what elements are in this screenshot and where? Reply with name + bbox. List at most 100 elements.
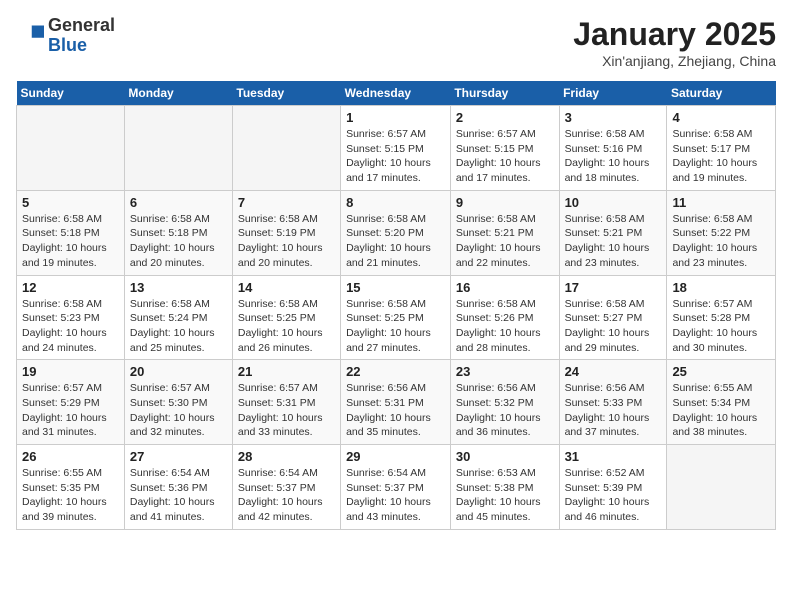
day-cell: 8 Sunrise: 6:58 AM Sunset: 5:20 PM Daylig…: [341, 190, 451, 275]
day-number: 11: [672, 195, 770, 210]
day-cell: 6Sunrise: 6:58 AM Sunset: 5:18 PM Daylig…: [124, 190, 232, 275]
day-number: 6: [130, 195, 227, 210]
calendar-header: General Blue January 2025 Xin'anjiang, Z…: [16, 16, 776, 69]
day-number: 5: [22, 195, 119, 210]
day-info: Sunrise: 6:54 AM Sunset: 5:37 PM Dayligh…: [238, 466, 335, 525]
day-info: Sunrise: 6:58 AM Sunset: 5:21 PM Dayligh…: [565, 212, 662, 271]
day-info: Sunrise: 6:55 AM Sunset: 5:35 PM Dayligh…: [22, 466, 119, 525]
day-cell: 30Sunrise: 6:53 AM Sunset: 5:38 PM Dayli…: [450, 445, 559, 530]
day-number: 4: [672, 110, 770, 125]
day-info: Sunrise: 6:58 AM Sunset: 5:19 PM Dayligh…: [238, 212, 335, 271]
day-number: 16: [456, 280, 554, 295]
day-cell: 24 Sunrise: 6:56 AM Sunset: 5:33 PM Dayli…: [559, 360, 667, 445]
day-number: 10: [565, 195, 662, 210]
day-cell: [124, 106, 232, 191]
day-info: Sunrise: 6:58 AM Sunset: 5:16 PM Dayligh…: [565, 127, 662, 186]
day-cell: 7Sunrise: 6:58 AM Sunset: 5:19 PM Daylig…: [232, 190, 340, 275]
day-number: 2: [456, 110, 554, 125]
weekday-tuesday: Tuesday: [232, 81, 340, 106]
logo: General Blue: [16, 16, 115, 56]
day-info: Sunrise: 6:58 AM Sunset: 5:22 PM Dayligh…: [672, 212, 770, 271]
day-number: 8: [346, 195, 445, 210]
weekday-header-row: SundayMondayTuesdayWednesdayThursdayFrid…: [17, 81, 776, 106]
day-info: Sunrise: 6:57 AM Sunset: 5:15 PM Dayligh…: [456, 127, 554, 186]
day-number: 13: [130, 280, 227, 295]
day-cell: 15Sunrise: 6:58 AM Sunset: 5:25 PM Dayli…: [341, 275, 451, 360]
logo-icon: [16, 22, 44, 50]
day-cell: 21Sunrise: 6:57 AM Sunset: 5:31 PM Dayli…: [232, 360, 340, 445]
calendar-subtitle: Xin'anjiang, Zhejiang, China: [573, 53, 776, 69]
day-info: Sunrise: 6:55 AM Sunset: 5:34 PM Dayligh…: [672, 381, 770, 440]
day-cell: 12 Sunrise: 6:58 AM Sunset: 5:23 PM Dayli…: [17, 275, 125, 360]
day-info: Sunrise: 6:58 AM Sunset: 5:20 PM Dayligh…: [346, 212, 445, 271]
day-number: 12: [22, 280, 119, 295]
day-info: Sunrise: 6:56 AM Sunset: 5:33 PM Dayligh…: [565, 381, 662, 440]
day-cell: 4 Sunrise: 6:58 AM Sunset: 5:17 PM Daylig…: [667, 106, 776, 191]
day-number: 27: [130, 449, 227, 464]
day-cell: 1 Sunrise: 6:57 AM Sunset: 5:15 PM Daylig…: [341, 106, 451, 191]
day-number: 26: [22, 449, 119, 464]
day-cell: 25 Sunrise: 6:55 AM Sunset: 5:34 PM Dayli…: [667, 360, 776, 445]
day-info: Sunrise: 6:56 AM Sunset: 5:31 PM Dayligh…: [346, 381, 445, 440]
day-cell: 31Sunrise: 6:52 AM Sunset: 5:39 PM Dayli…: [559, 445, 667, 530]
day-cell: 14 Sunrise: 6:58 AM Sunset: 5:25 PM Dayli…: [232, 275, 340, 360]
week-row-3: 12 Sunrise: 6:58 AM Sunset: 5:23 PM Dayli…: [17, 275, 776, 360]
day-number: 23: [456, 364, 554, 379]
calendar-body: 1 Sunrise: 6:57 AM Sunset: 5:15 PM Daylig…: [17, 106, 776, 530]
day-number: 3: [565, 110, 662, 125]
day-cell: 3 Sunrise: 6:58 AM Sunset: 5:16 PM Daylig…: [559, 106, 667, 191]
day-cell: 26 Sunrise: 6:55 AM Sunset: 5:35 PM Dayli…: [17, 445, 125, 530]
day-cell: 13Sunrise: 6:58 AM Sunset: 5:24 PM Dayli…: [124, 275, 232, 360]
weekday-thursday: Thursday: [450, 81, 559, 106]
week-row-4: 19 Sunrise: 6:57 AM Sunset: 5:29 PM Dayli…: [17, 360, 776, 445]
day-info: Sunrise: 6:58 AM Sunset: 5:25 PM Dayligh…: [238, 297, 335, 356]
day-info: Sunrise: 6:57 AM Sunset: 5:29 PM Dayligh…: [22, 381, 119, 440]
day-info: Sunrise: 6:58 AM Sunset: 5:27 PM Dayligh…: [565, 297, 662, 356]
day-number: 30: [456, 449, 554, 464]
day-number: 24: [565, 364, 662, 379]
day-cell: 17Sunrise: 6:58 AM Sunset: 5:27 PM Dayli…: [559, 275, 667, 360]
calendar-table: SundayMondayTuesdayWednesdayThursdayFrid…: [16, 81, 776, 530]
day-info: Sunrise: 6:57 AM Sunset: 5:15 PM Dayligh…: [346, 127, 445, 186]
day-cell: 5Sunrise: 6:58 AM Sunset: 5:18 PM Daylig…: [17, 190, 125, 275]
day-info: Sunrise: 6:57 AM Sunset: 5:31 PM Dayligh…: [238, 381, 335, 440]
day-cell: [667, 445, 776, 530]
weekday-friday: Friday: [559, 81, 667, 106]
day-cell: 20Sunrise: 6:57 AM Sunset: 5:30 PM Dayli…: [124, 360, 232, 445]
day-cell: 28 Sunrise: 6:54 AM Sunset: 5:37 PM Dayli…: [232, 445, 340, 530]
day-number: 31: [565, 449, 662, 464]
week-row-1: 1 Sunrise: 6:57 AM Sunset: 5:15 PM Daylig…: [17, 106, 776, 191]
title-block: January 2025 Xin'anjiang, Zhejiang, Chin…: [573, 16, 776, 69]
day-cell: 22 Sunrise: 6:56 AM Sunset: 5:31 PM Dayli…: [341, 360, 451, 445]
day-info: Sunrise: 6:58 AM Sunset: 5:17 PM Dayligh…: [672, 127, 770, 186]
day-number: 18: [672, 280, 770, 295]
logo-text: General Blue: [48, 16, 115, 56]
day-cell: [232, 106, 340, 191]
day-info: Sunrise: 6:57 AM Sunset: 5:28 PM Dayligh…: [672, 297, 770, 356]
day-number: 15: [346, 280, 445, 295]
day-info: Sunrise: 6:58 AM Sunset: 5:23 PM Dayligh…: [22, 297, 119, 356]
day-number: 14: [238, 280, 335, 295]
weekday-sunday: Sunday: [17, 81, 125, 106]
day-number: 22: [346, 364, 445, 379]
day-cell: 18 Sunrise: 6:57 AM Sunset: 5:28 PM Dayli…: [667, 275, 776, 360]
day-info: Sunrise: 6:58 AM Sunset: 5:26 PM Dayligh…: [456, 297, 554, 356]
day-info: Sunrise: 6:54 AM Sunset: 5:37 PM Dayligh…: [346, 466, 445, 525]
day-cell: 11 Sunrise: 6:58 AM Sunset: 5:22 PM Dayli…: [667, 190, 776, 275]
day-number: 1: [346, 110, 445, 125]
weekday-wednesday: Wednesday: [341, 81, 451, 106]
day-number: 25: [672, 364, 770, 379]
day-info: Sunrise: 6:56 AM Sunset: 5:32 PM Dayligh…: [456, 381, 554, 440]
day-cell: 19 Sunrise: 6:57 AM Sunset: 5:29 PM Dayli…: [17, 360, 125, 445]
day-cell: 9Sunrise: 6:58 AM Sunset: 5:21 PM Daylig…: [450, 190, 559, 275]
day-cell: 10 Sunrise: 6:58 AM Sunset: 5:21 PM Dayli…: [559, 190, 667, 275]
day-cell: 27 Sunrise: 6:54 AM Sunset: 5:36 PM Dayli…: [124, 445, 232, 530]
day-info: Sunrise: 6:57 AM Sunset: 5:30 PM Dayligh…: [130, 381, 227, 440]
day-cell: 2 Sunrise: 6:57 AM Sunset: 5:15 PM Daylig…: [450, 106, 559, 191]
day-number: 19: [22, 364, 119, 379]
day-info: Sunrise: 6:54 AM Sunset: 5:36 PM Dayligh…: [130, 466, 227, 525]
day-number: 28: [238, 449, 335, 464]
day-cell: 16 Sunrise: 6:58 AM Sunset: 5:26 PM Dayli…: [450, 275, 559, 360]
day-number: 9: [456, 195, 554, 210]
day-cell: 29Sunrise: 6:54 AM Sunset: 5:37 PM Dayli…: [341, 445, 451, 530]
